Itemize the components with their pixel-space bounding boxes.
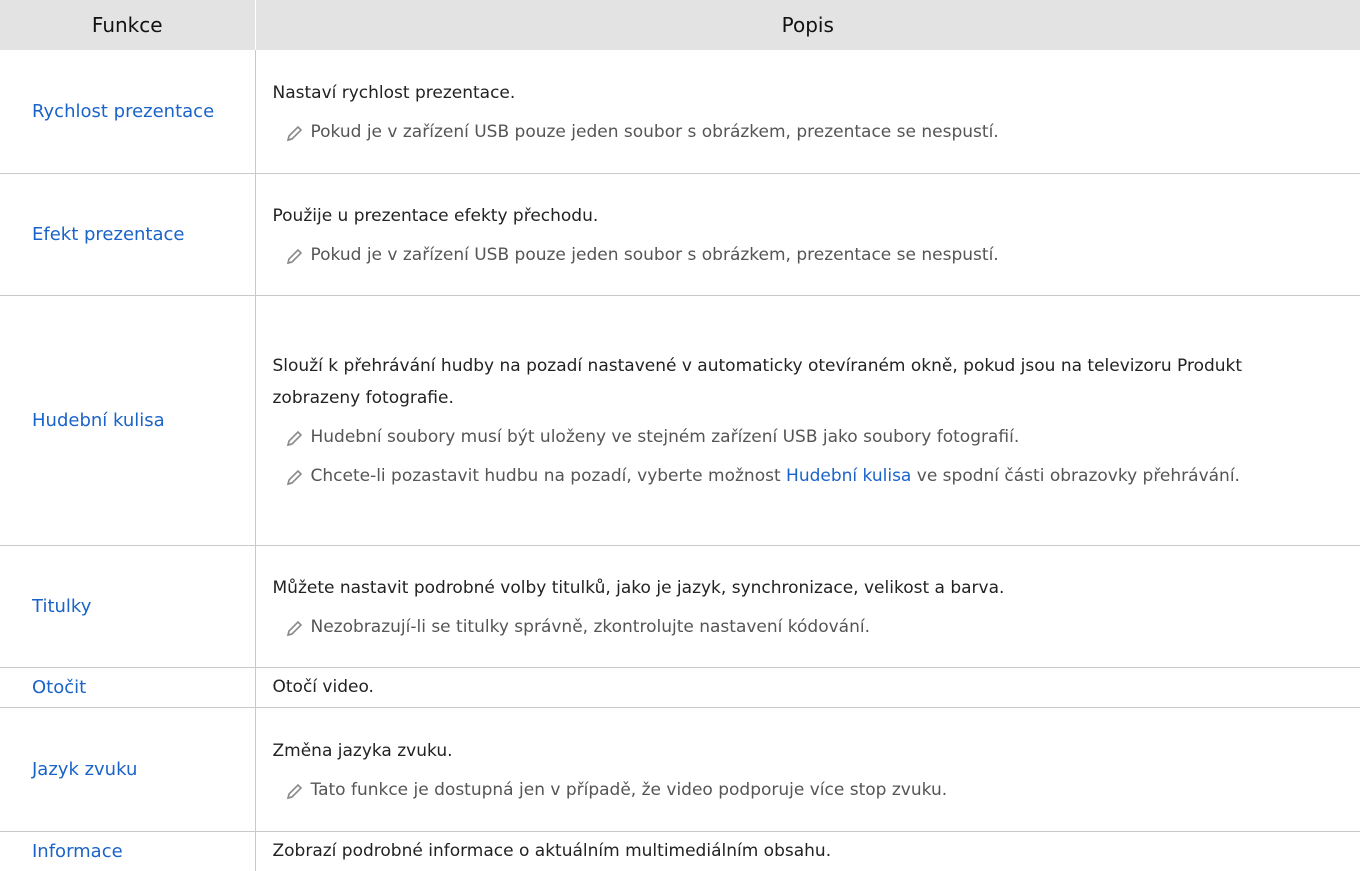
note-text: Hudební soubory musí být uloženy ve stej… [310, 427, 1020, 447]
header-description: Popis [255, 0, 1360, 50]
note: Nezobrazují-li se titulky správně, zkont… [273, 611, 1333, 643]
table-row: Rychlost prezentace Nastaví rychlost pre… [0, 50, 1360, 174]
table-row: Titulky Můžete nastavit podrobné volby t… [0, 545, 1360, 668]
note-text: Nezobrazují-li se titulky správně, zkont… [310, 616, 871, 637]
feature-name: Informace [0, 831, 256, 871]
feature-description: Použije u prezentace efekty přechodu. [272, 205, 599, 226]
feature-name: Efekt prezentace [0, 173, 256, 296]
note-text: Pokud je v zařízení USB pouze jeden soub… [310, 121, 999, 142]
feature-description-cell: Použije u prezentace efekty přechodu. Po… [255, 173, 1360, 296]
note-highlight: Hudební kulisa [786, 466, 912, 486]
feature-description: Změna jazyka zvuku. [272, 740, 453, 761]
note: Pokud je v zařízení USB pouze jeden soub… [273, 116, 1333, 148]
feature-description: Nastaví rychlost prezentace. [272, 82, 516, 103]
note: Hudební soubory musí být uloženy ve stej… [273, 421, 1333, 453]
pencil-icon [286, 430, 302, 447]
table-row: Hudební kulisa Slouží k přehrávání hudby… [0, 295, 1360, 546]
feature-description-cell: Nastaví rychlost prezentace. Pokud je v … [255, 50, 1360, 174]
feature-description-cell: Slouží k přehrávání hudby na pozadí nast… [255, 295, 1360, 546]
feature-name: Titulky [0, 545, 256, 668]
table-row: Informace Zobrazí podrobné informace o a… [0, 831, 1360, 871]
feature-description: Zobrazí podrobné informace o aktuálním m… [272, 841, 832, 861]
feature-name: Otočit [0, 667, 256, 708]
features-table: Funkce Popis Rychlost prezentace Nastaví… [0, 0, 1360, 871]
pencil-icon [286, 248, 302, 264]
note-text-before: Chcete-li pozastavit hudbu na pozadí, vy… [310, 466, 787, 486]
feature-name: Jazyk zvuku [0, 707, 256, 832]
feature-description-cell: Můžete nastavit podrobné volby titulků, … [255, 545, 1360, 668]
pencil-icon [286, 620, 302, 636]
table-row: Efekt prezentace Použije u prezentace ef… [0, 173, 1360, 296]
pencil-icon [286, 125, 302, 141]
pencil-icon [286, 469, 302, 486]
note: Pokud je v zařízení USB pouze jeden soub… [273, 239, 1333, 271]
pencil-icon [286, 783, 302, 799]
feature-description: Slouží k přehrávání hudby na pozadí nast… [272, 356, 1243, 408]
table-row: Otočit Otočí video. [0, 667, 1360, 708]
header-feature: Funkce [0, 0, 256, 50]
feature-name: Hudební kulisa [0, 295, 256, 546]
note: Chcete-li pozastavit hudbu na pozadí, vy… [273, 460, 1333, 492]
feature-description-cell: Změna jazyka zvuku. Tato funkce je dostu… [255, 707, 1360, 832]
note-text-after: ve spodní části obrazovky přehrávání. [911, 466, 1240, 486]
feature-description: Otočí video. [255, 667, 1360, 708]
table-header-row: Funkce Popis [0, 0, 1360, 50]
note: Tato funkce je dostupná jen v případě, ž… [273, 774, 1333, 806]
feature-name: Rychlost prezentace [0, 50, 256, 174]
feature-description: Můžete nastavit podrobné volby titulků, … [272, 577, 1005, 598]
note-text: Tato funkce je dostupná jen v případě, ž… [310, 779, 948, 800]
note-text: Pokud je v zařízení USB pouze jeden soub… [310, 244, 999, 265]
table-row: Jazyk zvuku Změna jazyka zvuku. Tato fun… [0, 707, 1360, 832]
